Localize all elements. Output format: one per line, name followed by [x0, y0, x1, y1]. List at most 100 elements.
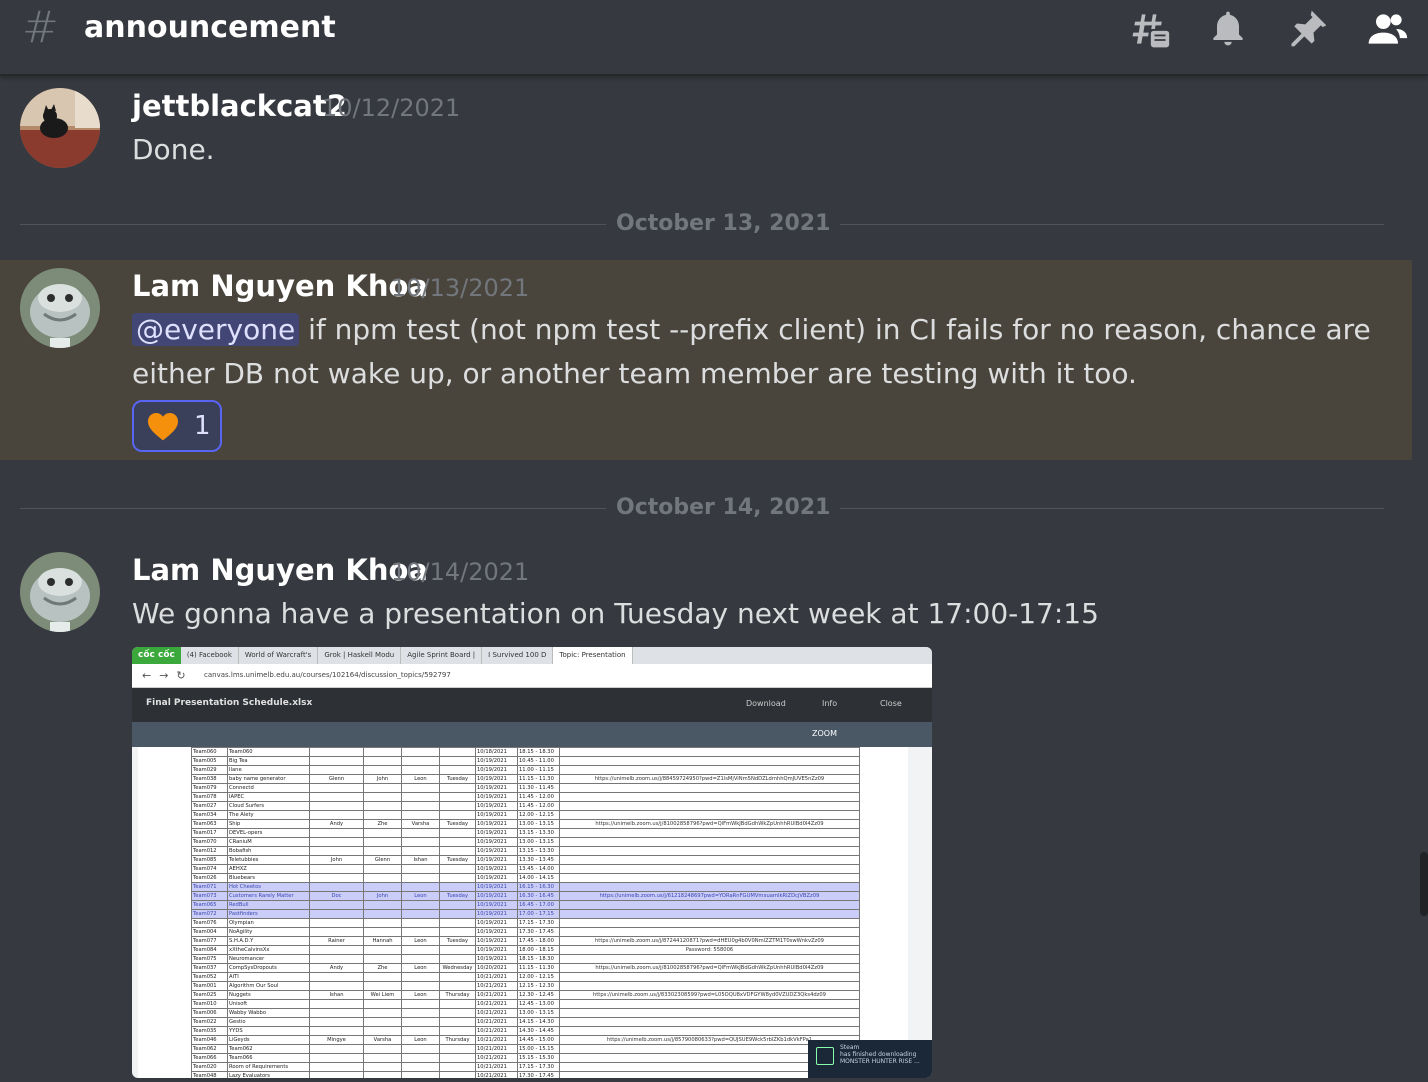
table-cell [559, 837, 860, 847]
table-cell: 11.15 - 11.30 [517, 774, 560, 784]
table-cell [401, 801, 440, 811]
table-cell: 10/19/2021 [475, 909, 518, 919]
table-cell [559, 810, 860, 820]
table-row: Team026 Bluebears 10/19/2021 14.00 - 14.15 [191, 873, 860, 883]
table-cell [363, 765, 402, 775]
scrollbar-thumb[interactable] [1420, 852, 1428, 916]
table-cell [309, 1017, 364, 1027]
table-cell: 10/19/2021 [475, 819, 518, 829]
table-cell [439, 927, 476, 937]
table-cell: 10/19/2021 [475, 918, 518, 928]
table-cell: Unisoft [227, 999, 310, 1009]
table-cell [439, 1026, 476, 1036]
table-cell: https://unimelb.zoom.us/j/81002858796?pw… [559, 819, 860, 829]
table-cell [363, 1008, 402, 1018]
pin-icon[interactable] [1285, 6, 1331, 52]
table-cell: Big Tea [227, 756, 310, 766]
threads-icon[interactable] [1126, 6, 1172, 52]
table-cell [439, 801, 476, 811]
table-cell: Bobafish [227, 846, 310, 856]
table-cell: Zhe [363, 819, 402, 829]
table-cell [363, 1026, 402, 1036]
avatar[interactable] [20, 88, 100, 168]
avatar[interactable] [20, 552, 100, 632]
table-cell [559, 765, 860, 775]
file-viewer-toolbar: Final Presentation Schedule.xlsx Downloa… [132, 688, 932, 722]
browser-tab-active: Topic: Presentation [553, 647, 633, 664]
table-cell: 12.30 - 12.45 [517, 990, 560, 1000]
table-cell: 17.45 - 18.00 [517, 936, 560, 946]
table-row: Team052 AITI 10/21/2021 12.00 - 12.15 [191, 972, 860, 982]
table-cell [309, 864, 364, 874]
table-cell: Team085 [191, 855, 228, 865]
table-cell [363, 837, 402, 847]
table-cell: AITI [227, 972, 310, 982]
table-cell [363, 792, 402, 802]
table-cell: 10.45 - 11.00 [517, 756, 560, 766]
table-cell [401, 927, 440, 937]
table-cell: Team070 [191, 837, 228, 847]
table-row: Team025 Nuggets Ishan Wei Liem Leon Thursday 1… [191, 990, 860, 1000]
table-cell: Gestio [227, 1017, 310, 1027]
table-cell [401, 747, 440, 757]
table-row: Team074 AEHXZ 10/19/2021 13.45 - 14.00 [191, 864, 860, 874]
table-cell [559, 909, 860, 919]
table-cell: 16.30 - 16.45 [517, 891, 560, 901]
table-row: Team037 CompSysDropouts Andy Zhe Leon Wednesd… [191, 963, 860, 973]
table-row: Team012 Bobafish 10/19/2021 13.15 - 13.30 [191, 846, 860, 856]
table-cell: Glenn [309, 774, 364, 784]
table-cell: Team066 [227, 1053, 310, 1063]
zoom-toolbar: ZOOM [132, 722, 932, 747]
table-cell: Team079 [191, 783, 228, 793]
table-cell: Varsha [401, 819, 440, 829]
reaction-button[interactable]: 1 [132, 400, 222, 452]
table-cell: Rainer [309, 936, 364, 946]
everyone-mention[interactable]: @everyone [132, 313, 300, 346]
table-cell: Team052 [191, 972, 228, 982]
table-cell: Lazy Evaluators [227, 1071, 310, 1078]
table-cell: https://unimelb.zoom.us/j/88459724950?pw… [559, 774, 860, 784]
table-cell: Team073 [191, 891, 228, 901]
table-cell: 10/19/2021 [475, 864, 518, 874]
table-cell [559, 954, 860, 964]
table-cell [363, 846, 402, 856]
username[interactable]: Lam Nguyen Khoa [132, 552, 428, 588]
table-cell [309, 828, 364, 838]
table-cell [363, 918, 402, 928]
table-cell [559, 1017, 860, 1027]
reaction-count: 1 [194, 411, 211, 441]
table-cell: 11.15 - 11.30 [517, 963, 560, 973]
table-cell [401, 1008, 440, 1018]
table-cell: 10/19/2021 [475, 891, 518, 901]
table-cell: 12.45 - 13.00 [517, 999, 560, 1009]
table-cell: Password: 558006 [559, 945, 860, 955]
table-cell [363, 864, 402, 874]
table-cell: Hannah [363, 936, 402, 946]
table-cell: Team066 [191, 1053, 228, 1063]
table-cell: Leon [401, 963, 440, 973]
image-attachment[interactable]: cốc cốc (4) Facebook World of Warcraft's… [132, 647, 932, 1078]
table-cell [309, 909, 364, 919]
table-cell: 11.00 - 11.15 [517, 765, 560, 775]
table-cell: NoAgility [227, 927, 310, 937]
username[interactable]: Lam Nguyen Khoa [132, 268, 428, 304]
table-cell: 10/19/2021 [475, 765, 518, 775]
table-cell [363, 756, 402, 766]
bell-icon[interactable] [1205, 6, 1251, 52]
table-row: Team077 S.H.A.D.Y Rainer Hannah Leon Tuesday 1… [191, 936, 860, 946]
toast-line: MONSTER HUNTER RISE ... [840, 1058, 920, 1065]
table-cell [363, 1071, 402, 1078]
avatar[interactable] [20, 268, 100, 348]
username[interactable]: jettblackcat2 [132, 88, 347, 124]
table-cell [363, 882, 402, 892]
table-cell [401, 846, 440, 856]
table-cell [401, 999, 440, 1009]
table-row: Team027 Cloud Surfers 10/19/2021 11.45 - 12… [191, 801, 860, 811]
table-cell [559, 855, 860, 865]
table-cell: 14.45 - 15.00 [517, 1035, 560, 1045]
table-cell [401, 765, 440, 775]
table-row: Team066 Team066 10/21/2021 15.15 - 15.30 [191, 1053, 860, 1063]
members-icon[interactable] [1364, 6, 1410, 52]
table-cell: Team006 [191, 1008, 228, 1018]
table-cell: Team038 [191, 774, 228, 784]
